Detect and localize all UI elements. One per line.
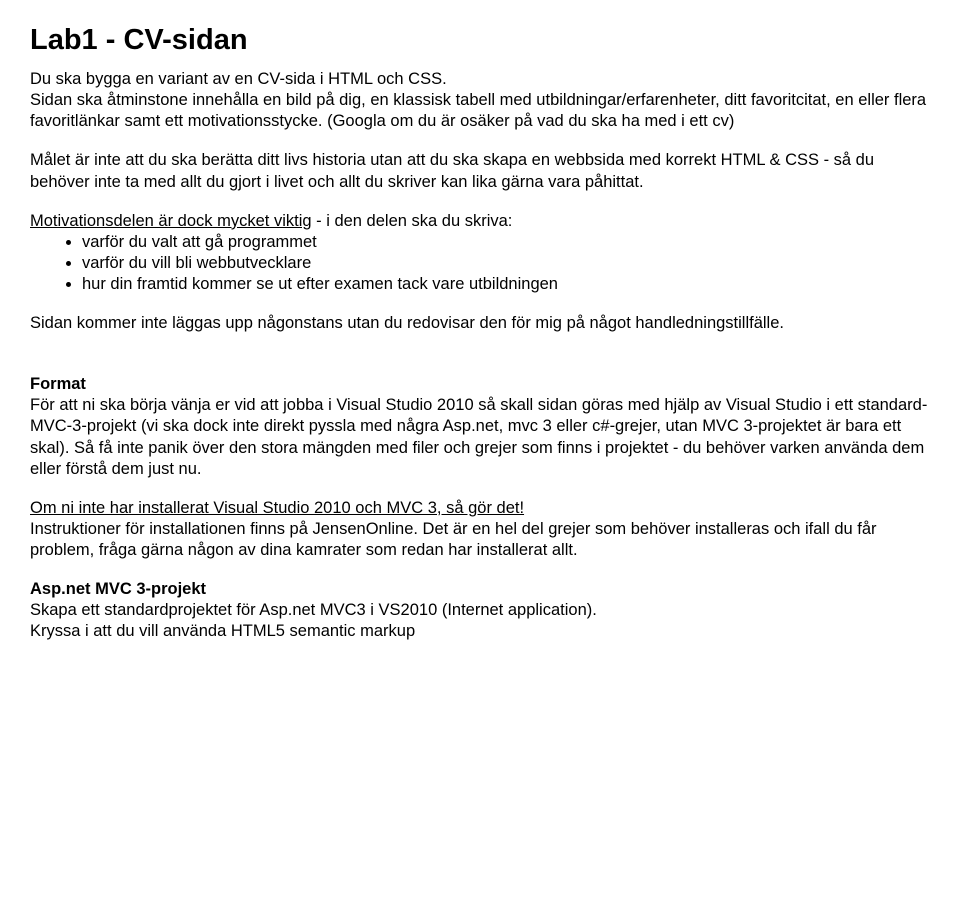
project-heading: Asp.net MVC 3-projekt: [30, 579, 930, 600]
motivation-lead-underlined: Motivationsdelen är dock mycket viktig: [30, 212, 312, 230]
goal-paragraph: Målet är inte att du ska berätta ditt li…: [30, 150, 930, 192]
list-item: varför du valt att gå programmet: [82, 232, 930, 253]
install-underlined: Om ni inte har installerat Visual Studio…: [30, 499, 524, 517]
page-title: Lab1 - CV-sidan: [30, 22, 930, 59]
project-line-2: Kryssa i att du vill använda HTML5 seman…: [30, 622, 415, 640]
publish-note: Sidan kommer inte läggas upp någonstans …: [30, 313, 930, 334]
project-body: Skapa ett standardprojektet för Asp.net …: [30, 600, 930, 642]
list-item: hur din framtid kommer se ut efter exame…: [82, 274, 930, 295]
format-body: För att ni ska börja vänja er vid att jo…: [30, 395, 930, 479]
intro-paragraph: Du ska bygga en variant av en CV-sida i …: [30, 69, 930, 132]
project-line-1: Skapa ett standardprojektet för Asp.net …: [30, 601, 597, 619]
motivation-lead: Motivationsdelen är dock mycket viktig -…: [30, 211, 930, 232]
install-rest: Instruktioner för installationen finns p…: [30, 520, 877, 559]
format-heading: Format: [30, 374, 930, 395]
motivation-list: varför du valt att gå programmet varför …: [30, 232, 930, 295]
list-item: varför du vill bli webbutvecklare: [82, 253, 930, 274]
motivation-lead-rest: - i den delen ska du skriva:: [312, 212, 513, 230]
install-paragraph: Om ni inte har installerat Visual Studio…: [30, 498, 930, 561]
